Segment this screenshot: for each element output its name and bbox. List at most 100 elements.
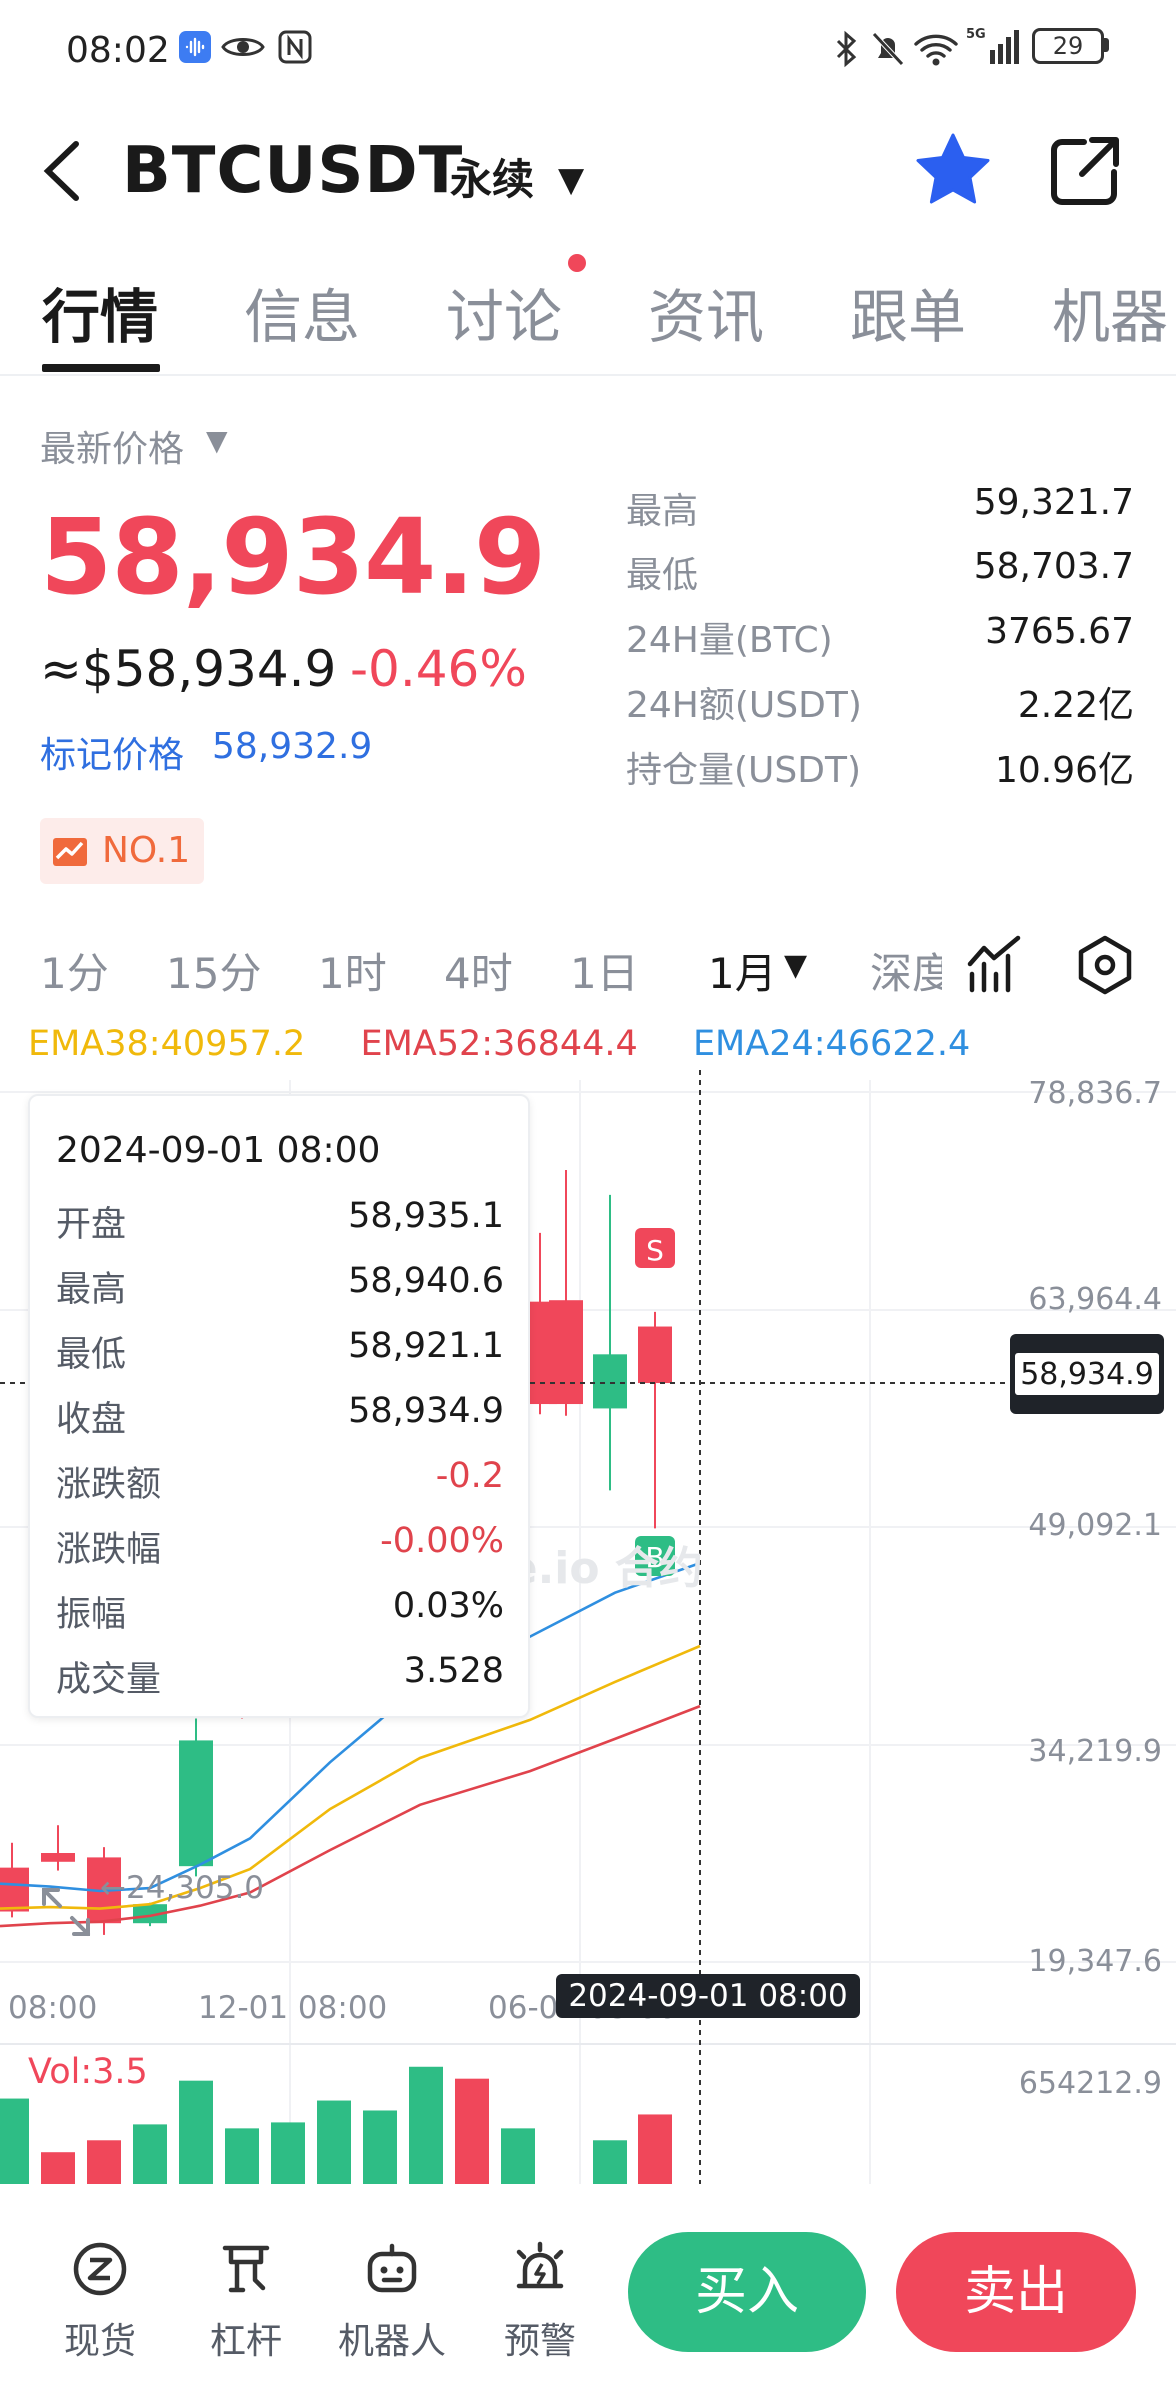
crosshair-time-label: 2024-09-01 08:00	[556, 1974, 860, 2018]
volume-bar	[409, 2066, 443, 2184]
ema-legend: EMA38:40957.2 EMA52:36844.4 EMA24:46622.…	[28, 1024, 970, 1064]
sell-button[interactable]: 卖出	[896, 2232, 1136, 2352]
nav-margin-label: 杠杆	[209, 2321, 282, 2362]
stat-low-label: 最低	[626, 555, 699, 596]
ema38-label: EMA38:40957.2	[28, 1024, 306, 1064]
fullscreen-button[interactable]	[40, 1886, 92, 1938]
nav-bot-label: 机器人	[337, 2321, 446, 2362]
tooltip-date: 2024-09-01 08:00	[56, 1130, 381, 1171]
rank-badge-text: NO.1	[102, 830, 191, 871]
volume-bar	[455, 2078, 489, 2184]
page-title[interactable]: BTCUSDT	[122, 134, 463, 208]
wifi-icon	[914, 30, 958, 72]
svg-text:5G: 5G	[966, 27, 986, 42]
stat-high-label: 最高	[626, 491, 699, 532]
robot-icon	[367, 2243, 417, 2293]
battery-indicator: 29	[1032, 28, 1104, 64]
nav-bot[interactable]: 机器人	[332, 2240, 452, 2364]
discussion-unread-dot	[568, 254, 586, 272]
candle-body	[41, 1853, 75, 1862]
share-icon	[1051, 137, 1119, 205]
stat-volume-label: 24H量(BTC)	[626, 620, 833, 661]
stat-turnover-label: 24H额(USDT)	[626, 685, 862, 726]
crosshair-price-label: 58,934.9	[1014, 1352, 1160, 1396]
mark-price-value[interactable]: 58,932.9	[212, 726, 372, 767]
stat-low-value: 58,703.7	[973, 546, 1134, 587]
interval-depth[interactable]: 深度	[870, 940, 942, 1001]
interval-1d[interactable]: 1日	[570, 940, 639, 1001]
tooltip-low: 58,921.1	[348, 1326, 504, 1366]
interval-1m[interactable]: 1分	[40, 940, 109, 1001]
tab-info[interactable]: 信息	[244, 270, 360, 354]
interval-dropdown-caret[interactable]: ▼	[784, 948, 807, 983]
nav-alert-label: 预警	[503, 2321, 576, 2362]
min-price-marker: ←24,305.0	[100, 1870, 265, 1906]
nfc-icon	[278, 30, 312, 68]
interval-1h[interactable]: 1时	[318, 940, 387, 1001]
volume-label: Vol:3.5	[28, 2052, 148, 2092]
y-tick: 19,347.6	[1028, 1944, 1162, 1979]
voice-app-icon	[178, 30, 212, 68]
stat-high-value: 59,321.7	[973, 482, 1134, 523]
battery-cap	[1104, 38, 1109, 52]
nav-alert[interactable]: 预警	[480, 2240, 600, 2364]
nav-spot[interactable]: 现货	[40, 2240, 160, 2364]
tab-market[interactable]: 行情	[42, 270, 158, 354]
rank-badge[interactable]: NO.1	[40, 818, 204, 884]
tab-discussion[interactable]: 讨论	[446, 270, 562, 354]
tooltip-high: 58,940.6	[348, 1261, 504, 1301]
stat-volume-value: 3765.67	[985, 611, 1134, 652]
tooltip-close: 58,934.9	[348, 1391, 504, 1431]
back-button[interactable]	[38, 136, 88, 206]
contract-type[interactable]: 永续	[450, 146, 534, 207]
ema24-label: EMA24:46622.4	[692, 1024, 971, 1064]
interval-4h[interactable]: 4时	[444, 940, 513, 1001]
volume-max: 654212.9	[1018, 2066, 1162, 2101]
latest-price-label[interactable]: 最新价格	[40, 420, 184, 472]
eye-icon	[220, 30, 266, 68]
usd-price: ≈$58,934.9	[40, 640, 337, 698]
spot-icon	[73, 2242, 127, 2296]
tooltip-label: 振幅	[56, 1595, 127, 1635]
volume-bar	[41, 2152, 75, 2184]
tooltip-label: 收盘	[56, 1400, 127, 1440]
tooltip-volume: 3.528	[403, 1651, 504, 1691]
buy-button[interactable]: 买入	[628, 2232, 866, 2352]
mark-price-label[interactable]: 标记价格	[40, 726, 184, 778]
tooltip-open: 58,935.1	[348, 1196, 504, 1236]
candle-body	[179, 1740, 213, 1867]
tooltip-amplitude: 0.03%	[392, 1586, 504, 1626]
x-tick: 12-01 08:00	[198, 1990, 388, 2026]
interval-15m[interactable]: 15分	[166, 940, 261, 1001]
favorite-star-button[interactable]	[912, 130, 994, 212]
stat-open-interest-value: 10.96亿	[994, 750, 1134, 791]
symbol-dropdown-caret[interactable]: ▼	[558, 160, 584, 200]
ema52-label: EMA52:36844.4	[360, 1024, 638, 1064]
tab-news[interactable]: 资讯	[648, 270, 764, 354]
alarm-icon	[516, 2241, 564, 2289]
last-price: 58,934.9	[40, 496, 546, 618]
mute-bell-icon	[870, 30, 906, 72]
status-time: 08:02	[66, 30, 170, 71]
nav-spot-label: 现货	[63, 2321, 136, 2362]
chart-settings-button[interactable]	[1074, 934, 1136, 996]
tab-bot[interactable]: 机器	[1052, 270, 1168, 354]
volume-bar	[225, 2128, 259, 2184]
volume-bar	[133, 2124, 167, 2184]
indicator-button[interactable]	[966, 934, 1026, 994]
bluetooth-icon	[832, 30, 862, 72]
volume-bar	[317, 2100, 351, 2184]
interval-1mo[interactable]: 1月	[708, 940, 777, 1001]
chevron-down-icon[interactable]: ▼	[206, 424, 228, 457]
tab-copy-trade[interactable]: 跟单	[850, 270, 966, 354]
y-tick: 49,092.1	[1028, 1508, 1162, 1543]
stat-open-interest-label: 持仓量(USDT)	[626, 750, 862, 791]
nav-margin[interactable]: 杠杆	[186, 2240, 306, 2364]
trend-chart-icon	[53, 838, 87, 866]
tooltip-label: 最高	[56, 1270, 127, 1310]
volume-bar	[501, 2128, 535, 2184]
back-arrow-icon	[43, 141, 79, 201]
expand-icon	[42, 1888, 90, 1936]
tooltip-label: 成交量	[56, 1660, 162, 1700]
share-button[interactable]	[1048, 134, 1122, 208]
